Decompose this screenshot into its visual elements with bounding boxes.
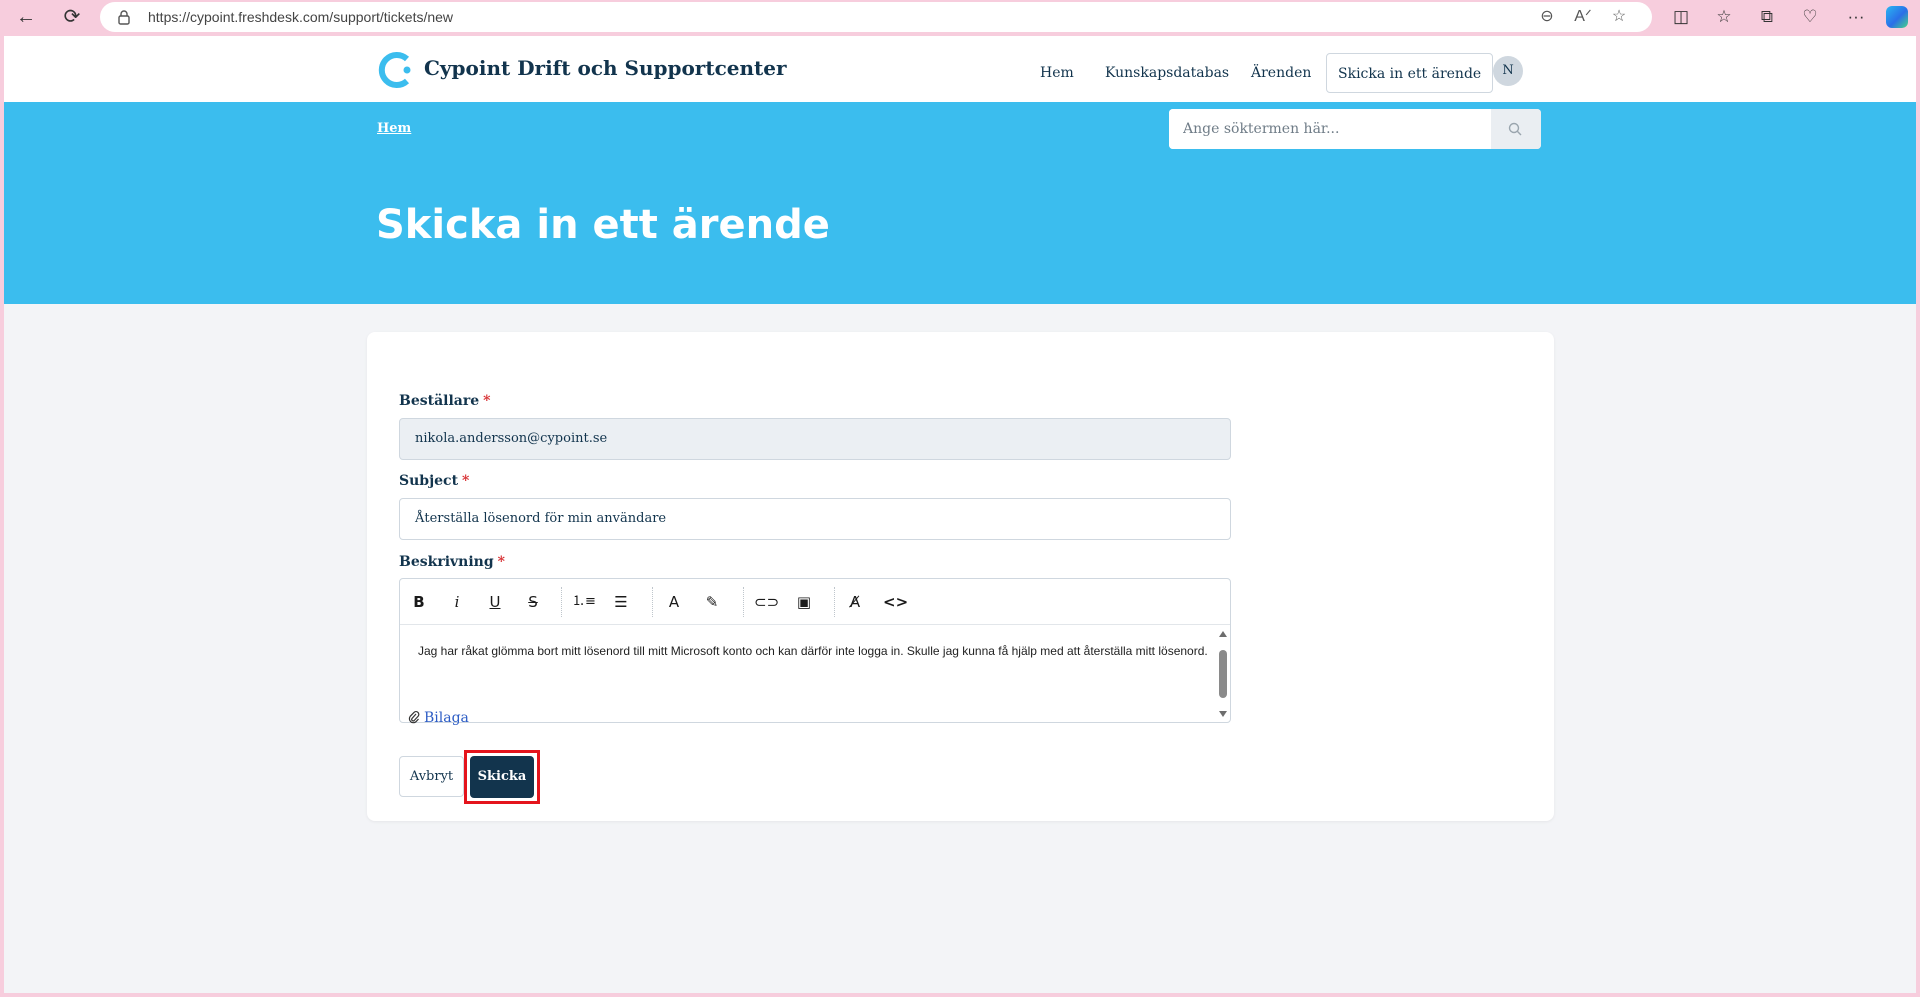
attachment-label[interactable]: Bilaga — [424, 710, 469, 726]
italic-icon[interactable]: i — [446, 591, 468, 613]
nav-submit-ticket[interactable]: Skicka in ett ärende — [1326, 53, 1494, 93]
subject-field[interactable]: Återställa lösenord för min användare — [399, 498, 1231, 540]
page-viewport: Cypoint Drift och Supportcenter Hem Kuns… — [4, 36, 1916, 993]
code-view-icon[interactable]: <> — [883, 591, 908, 613]
search-button[interactable] — [1491, 109, 1541, 149]
requester-label: Beställare * — [399, 393, 490, 409]
bulleted-list-icon[interactable]: ☰ — [610, 591, 632, 613]
requester-label-text: Beställare — [399, 393, 480, 409]
toolbar-divider — [652, 587, 653, 617]
required-mark: * — [462, 473, 470, 489]
more-menu-icon[interactable]: ··· — [1845, 6, 1867, 28]
text-color-icon[interactable]: A — [663, 591, 685, 613]
attachment-link[interactable]: Bilaga — [408, 710, 469, 726]
paperclip-icon — [408, 710, 420, 724]
scroll-up-arrow-icon[interactable] — [1219, 631, 1227, 637]
description-label: Beskrivning * — [399, 554, 505, 570]
site-header: Cypoint Drift och Supportcenter Hem Kuns… — [4, 36, 1916, 102]
favorite-star-icon[interactable]: ☆ — [1610, 8, 1628, 26]
toolbar-divider — [743, 587, 744, 617]
toolbar-divider — [561, 587, 562, 617]
browser-essentials-icon[interactable]: ♡ — [1799, 6, 1821, 28]
address-bar[interactable]: https://cypoint.freshdesk.com/support/ti… — [100, 2, 1652, 32]
description-text[interactable]: Jag har råkat glömma bort mitt lösenord … — [418, 641, 1208, 661]
collections-icon[interactable]: ⧉ — [1756, 6, 1778, 28]
toolbar-divider — [834, 587, 835, 617]
cypoint-logo-icon[interactable] — [376, 50, 416, 90]
breadcrumb[interactable]: Hem — [377, 121, 411, 136]
browser-toolbar: ← ⟳ https://cypoint.freshdesk.com/suppor… — [0, 0, 1920, 34]
submit-button[interactable]: Skicka — [470, 756, 534, 798]
required-mark: * — [497, 554, 505, 570]
nav-home[interactable]: Hem — [1040, 53, 1074, 93]
back-arrow-icon[interactable]: ← — [14, 5, 38, 29]
site-title[interactable]: Cypoint Drift och Supportcenter — [424, 56, 787, 80]
avatar[interactable]: N — [1493, 56, 1523, 86]
page-title: Skicka in ett ärende — [376, 202, 830, 248]
read-aloud-icon[interactable]: Aᐟ — [1574, 8, 1592, 26]
copilot-icon[interactable] — [1886, 6, 1908, 28]
ticket-form-card: Beställare * nikola.andersson@cypoint.se … — [367, 332, 1554, 821]
split-screen-icon[interactable]: ◫ — [1670, 6, 1692, 28]
search-icon — [1508, 122, 1522, 136]
url-text[interactable]: https://cypoint.freshdesk.com/support/ti… — [148, 9, 453, 25]
editor-scrollbar[interactable] — [1216, 625, 1230, 722]
zoom-out-icon[interactable]: ⊖ — [1538, 8, 1556, 26]
refresh-icon[interactable]: ⟳ — [60, 5, 84, 29]
scroll-down-arrow-icon[interactable] — [1219, 711, 1227, 717]
favorites-icon[interactable]: ☆ — [1713, 6, 1735, 28]
lock-icon — [118, 10, 130, 25]
nav-knowledge-base[interactable]: Kunskapsdatabas — [1105, 53, 1229, 93]
numbered-list-icon[interactable]: ⒈≡ — [572, 591, 596, 613]
bold-icon[interactable]: B — [408, 591, 430, 613]
scroll-thumb[interactable] — [1219, 650, 1227, 698]
clear-format-icon[interactable]: A̸ — [844, 591, 866, 613]
search-box — [1169, 109, 1541, 149]
nav-tickets[interactable]: Ärenden — [1251, 53, 1311, 93]
description-label-text: Beskrivning — [399, 554, 494, 570]
editor-toolbar: B i U S ⒈≡ ☰ A ✎ ⊂⊃ ▣ A̸ <> — [400, 579, 1230, 625]
description-editor: B i U S ⒈≡ ☰ A ✎ ⊂⊃ ▣ A̸ <> Jag har råka… — [399, 578, 1231, 723]
search-input[interactable] — [1169, 109, 1491, 149]
requester-field: nikola.andersson@cypoint.se — [399, 418, 1231, 460]
cancel-button[interactable]: Avbryt — [399, 756, 464, 797]
underline-icon[interactable]: U — [484, 591, 506, 613]
highlight-icon[interactable]: ✎ — [701, 591, 723, 613]
subject-label-text: Subject — [399, 473, 459, 489]
required-mark: * — [483, 393, 491, 409]
image-icon[interactable]: ▣ — [793, 591, 815, 613]
hero-banner: Hem Skicka in ett ärende — [4, 102, 1916, 304]
link-icon[interactable]: ⊂⊃ — [754, 591, 779, 613]
subject-label: Subject * — [399, 473, 469, 489]
strikethrough-icon[interactable]: S — [522, 591, 544, 613]
